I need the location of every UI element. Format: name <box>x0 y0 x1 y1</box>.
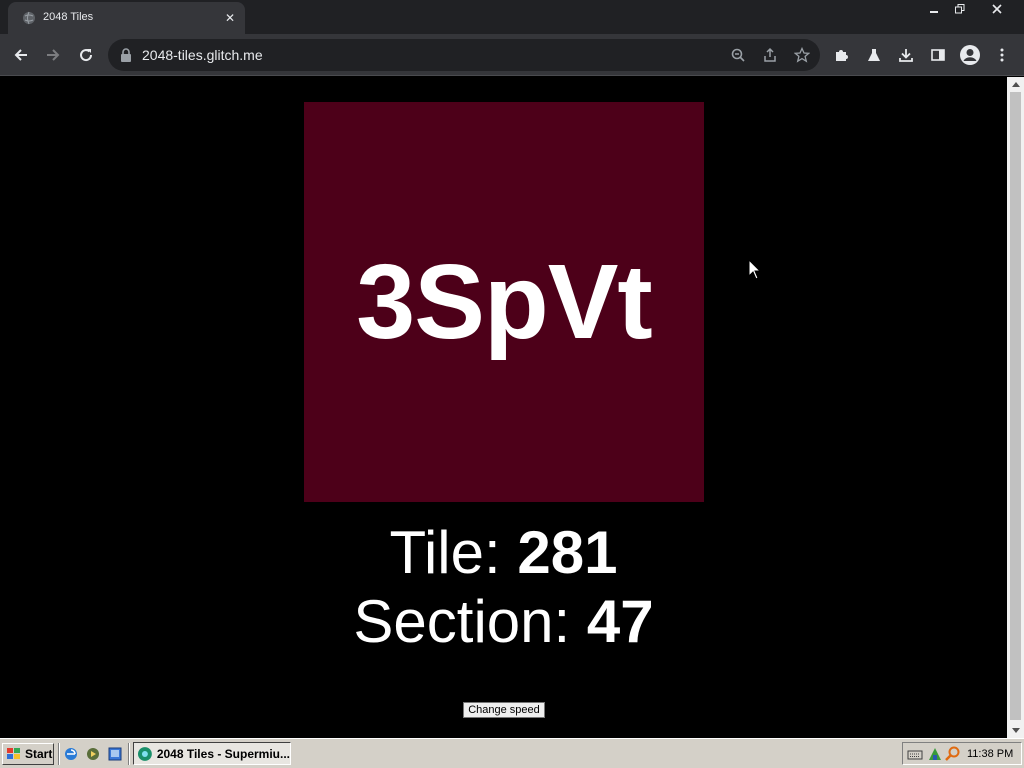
scroll-up-arrow-icon[interactable] <box>1007 77 1024 91</box>
flask-icon <box>868 49 880 61</box>
vertical-scrollbar[interactable] <box>1007 77 1024 738</box>
taskbar-item-label: 2048 Tiles - Supermiu... <box>156 746 290 761</box>
close-icon <box>992 3 1002 14</box>
close-window-button[interactable] <box>974 0 1020 17</box>
downloads-button[interactable] <box>893 42 919 68</box>
address-bar[interactable]: 2048-tiles.glitch.me <box>108 39 820 71</box>
taskbar-separator <box>128 743 130 765</box>
section-number: 47 <box>586 588 654 655</box>
forward-arrow-icon <box>47 49 60 61</box>
side-panel-button[interactable] <box>925 42 951 68</box>
avatar-icon <box>960 45 980 65</box>
back-arrow-icon <box>14 49 27 61</box>
tab-title: 2048 Tiles <box>43 11 94 23</box>
window-controls <box>920 0 1020 18</box>
side-panel-icon <box>931 49 945 61</box>
reload-button[interactable] <box>73 42 99 68</box>
tab-close-icon[interactable]: ✕ <box>221 9 239 27</box>
lock-icon <box>121 48 131 62</box>
supermium-icon <box>137 746 152 761</box>
tile-number: 281 <box>517 519 618 586</box>
extensions-button[interactable] <box>829 42 855 68</box>
bookmark-star-icon[interactable] <box>791 44 813 66</box>
taskbar: Start 2048 Tiles - Supermiu... 11:38 PM <box>0 738 1024 768</box>
scroll-thumb[interactable] <box>1010 92 1021 720</box>
restore-icon <box>955 3 965 13</box>
keyboard-icon[interactable] <box>907 746 923 762</box>
windows-logo-icon <box>7 748 20 759</box>
network-icon[interactable] <box>927 746 943 762</box>
download-icon <box>899 49 913 62</box>
taskbar-separator <box>58 743 60 765</box>
reload-icon <box>80 49 93 62</box>
start-label: Start <box>25 747 53 761</box>
page-viewport: 3SpVt Tile: 281 Section: 47 Change speed <box>0 77 1007 738</box>
system-tray: 11:38 PM <box>902 742 1022 765</box>
kebab-menu-icon <box>1000 48 1004 62</box>
tile-word: 3SpVt <box>356 242 652 361</box>
forward-button[interactable] <box>40 42 66 68</box>
section-counter: Section: 47 <box>0 587 1007 657</box>
tile-label: Tile: <box>389 519 518 586</box>
globe-icon <box>23 11 35 25</box>
browser-toolbar: 2048-tiles.glitch.me <box>0 34 1024 76</box>
show-desktop-icon[interactable] <box>107 746 123 762</box>
minimize-button[interactable] <box>922 0 946 17</box>
media-player-icon[interactable] <box>85 746 101 762</box>
mouse-cursor-icon <box>748 259 762 280</box>
share-icon[interactable] <box>759 44 781 66</box>
minimize-icon <box>930 10 938 13</box>
menu-button[interactable] <box>989 42 1015 68</box>
zoom-icon[interactable] <box>727 44 749 66</box>
tile-counter: Tile: 281 <box>0 518 1007 588</box>
section-label: Section: <box>353 588 587 655</box>
labs-button[interactable] <box>861 42 887 68</box>
puzzle-icon <box>836 50 848 61</box>
back-button[interactable] <box>8 42 34 68</box>
word-tile: 3SpVt <box>304 102 704 502</box>
tab-2048-tiles[interactable]: 2048 Tiles ✕ <box>8 2 245 34</box>
clock: 11:38 PM <box>967 748 1014 760</box>
url-text[interactable]: 2048-tiles.glitch.me <box>142 47 263 63</box>
browser-titlebar: 2048 Tiles ✕ <box>0 0 1024 34</box>
internet-explorer-icon[interactable] <box>63 746 79 762</box>
change-speed-button[interactable]: Change speed <box>463 702 545 718</box>
start-button[interactable]: Start <box>2 743 54 765</box>
search-icon[interactable] <box>945 746 961 762</box>
profile-button[interactable] <box>957 42 983 68</box>
restore-button[interactable] <box>948 0 972 17</box>
taskbar-item-browser[interactable]: 2048 Tiles - Supermiu... <box>133 742 291 765</box>
scroll-down-arrow-icon[interactable] <box>1007 724 1024 738</box>
